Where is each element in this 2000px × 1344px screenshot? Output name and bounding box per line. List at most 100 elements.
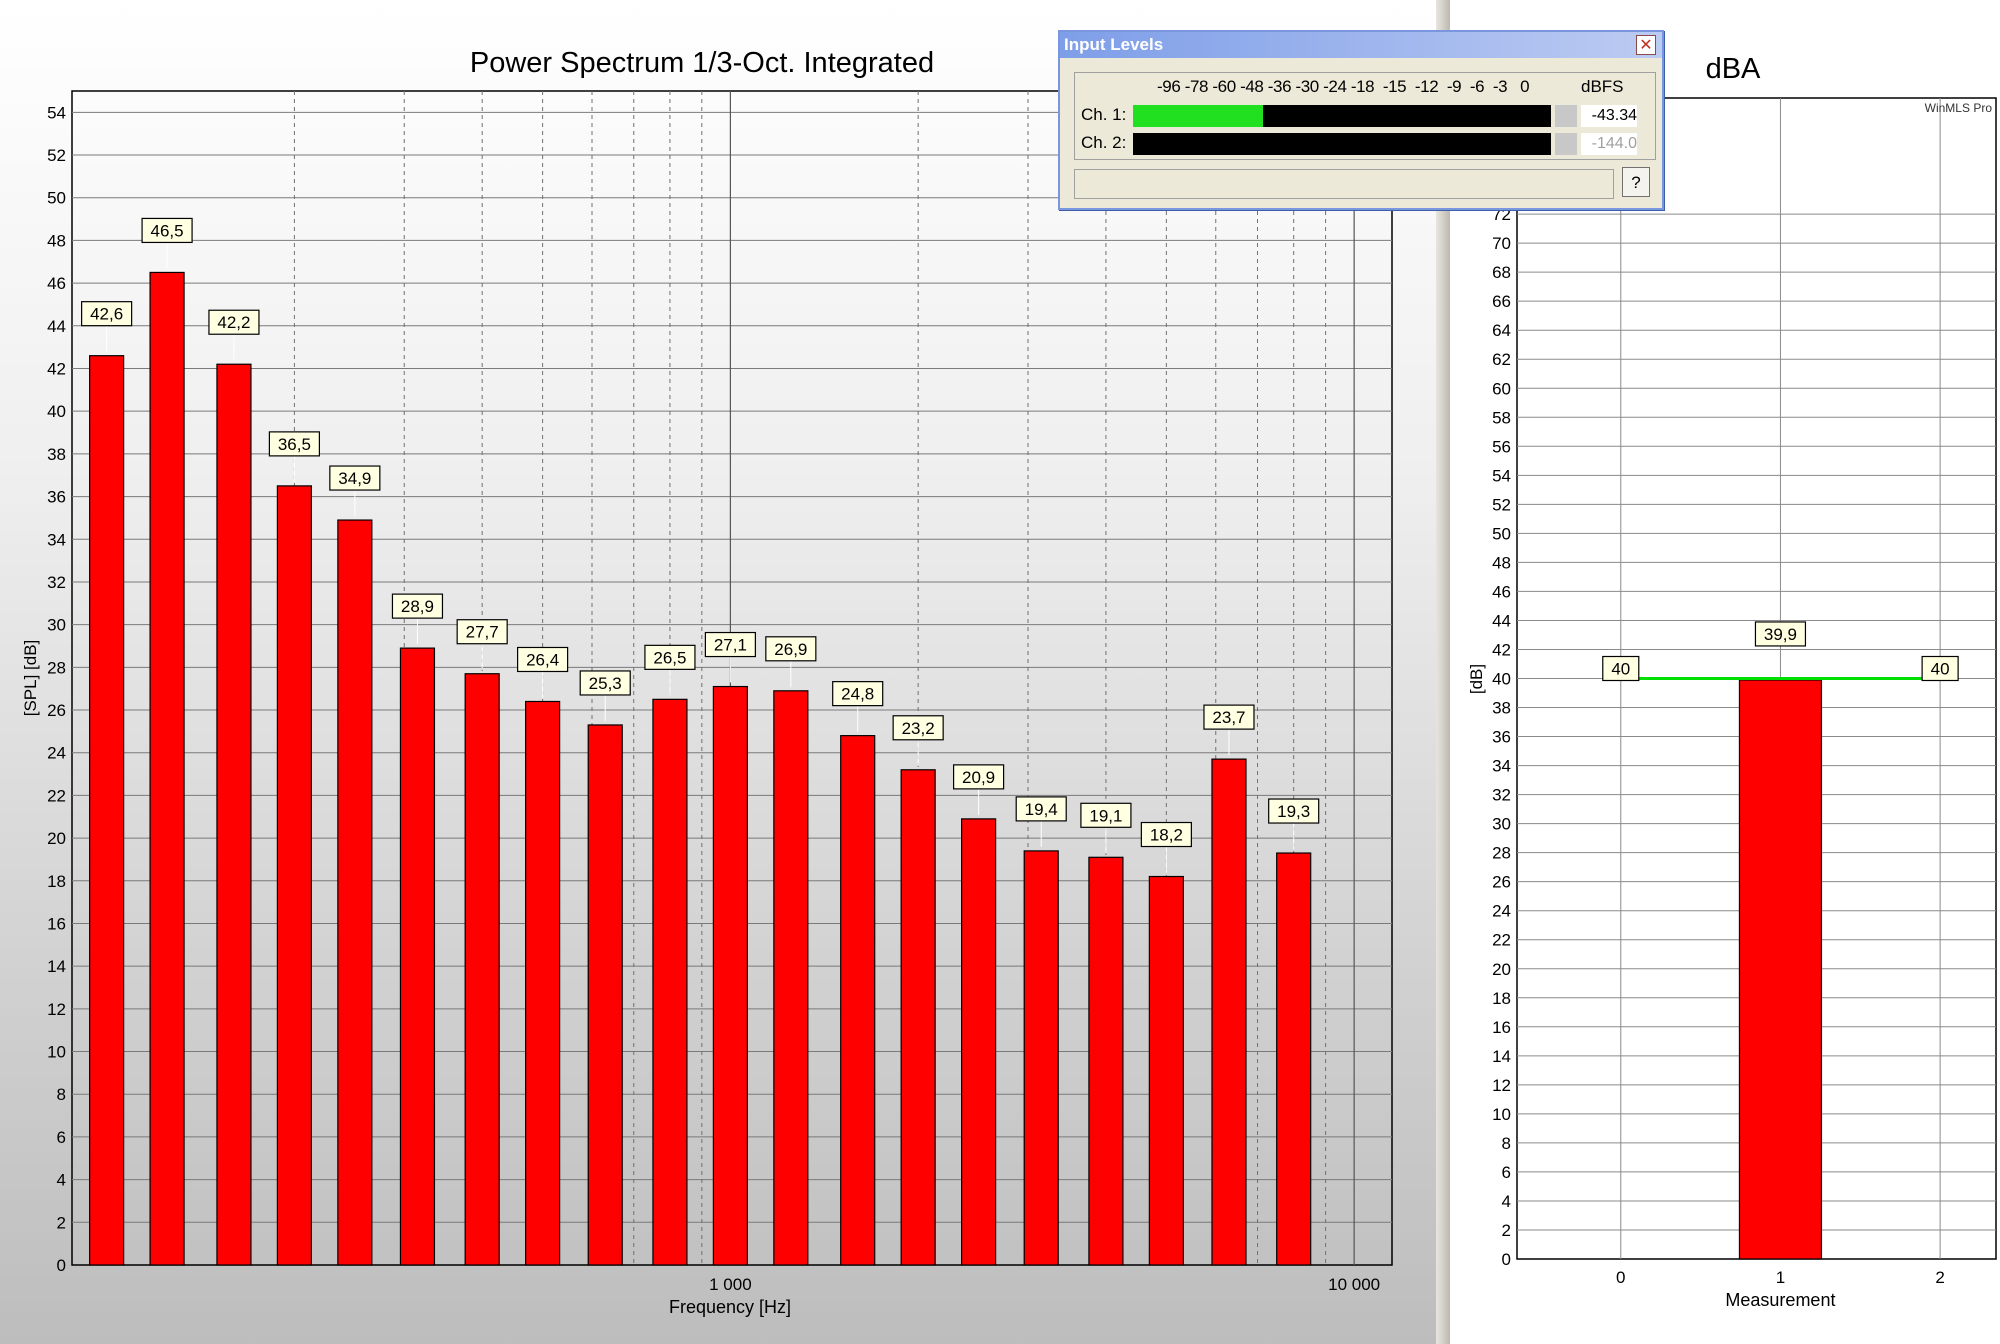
channel-2-value: -144.0 xyxy=(1581,133,1637,155)
spectrum-x-tick-label: 1 000 xyxy=(709,1275,752,1294)
spectrum-data-label: 34,9 xyxy=(338,469,371,488)
spectrum-bar xyxy=(1211,758,1247,1266)
spectrum-data-label: 26,4 xyxy=(526,650,559,669)
spectrum-y-tick-label: 26 xyxy=(47,701,66,720)
spectrum-bar xyxy=(89,355,125,1266)
spectrum-y-tick-label: 12 xyxy=(47,1000,66,1019)
spectrum-y-tick-label: 20 xyxy=(47,829,66,848)
dba-y-tick-label: 46 xyxy=(1492,582,1511,601)
dba-y-tick-label: 62 xyxy=(1492,350,1511,369)
channel-2-meter xyxy=(1133,133,1551,155)
dba-y-tick-label: 56 xyxy=(1492,437,1511,456)
spectrum-y-tick-label: 36 xyxy=(47,488,66,507)
dba-y-tick-label: 36 xyxy=(1492,728,1511,747)
channel-2-label: Ch. 2: xyxy=(1081,133,1127,152)
dba-x-tick-label: 2 xyxy=(1935,1268,1944,1287)
spectrum-data-label: 42,6 xyxy=(90,305,123,324)
spectrum-y-tick-label: 52 xyxy=(47,146,66,165)
help-button[interactable]: ? xyxy=(1622,167,1650,197)
dba-y-tick-label: 64 xyxy=(1492,321,1511,340)
spectrum-y-tick-label: 42 xyxy=(47,359,66,378)
spectrum-data-label: 23,7 xyxy=(1212,708,1245,727)
dba-y-tick-label: 50 xyxy=(1492,524,1511,543)
spectrum-bar xyxy=(1276,852,1312,1266)
spectrum-y-tick-label: 8 xyxy=(57,1085,66,1104)
dba-bar xyxy=(1738,679,1823,1260)
spectrum-bar xyxy=(1023,850,1059,1266)
spectrum-bar xyxy=(1088,856,1124,1266)
dba-y-tick-label: 68 xyxy=(1492,263,1511,282)
dba-y-tick-label: 42 xyxy=(1492,640,1511,659)
spectrum-y-tick-label: 40 xyxy=(47,402,66,421)
spectrum-data-label: 42,2 xyxy=(217,313,250,332)
dba-y-tick-label: 10 xyxy=(1492,1105,1511,1124)
channel-1-label: Ch. 1: xyxy=(1081,105,1127,124)
dba-y-tick-label: 0 xyxy=(1502,1250,1511,1269)
spectrum-data-label: 26,5 xyxy=(653,648,686,667)
dba-y-tick-label: 28 xyxy=(1492,844,1511,863)
spectrum-y-tick-label: 6 xyxy=(57,1128,66,1147)
spectrum-y-tick-label: 24 xyxy=(47,744,66,763)
dba-y-tick-label: 18 xyxy=(1492,989,1511,1008)
spectrum-y-tick-label: 28 xyxy=(47,658,66,677)
spectrum-bar xyxy=(464,673,500,1266)
spectrum-data-label: 20,9 xyxy=(962,768,995,787)
spectrum-bar xyxy=(525,700,561,1266)
spectrum-y-tick-label: 38 xyxy=(47,445,66,464)
dba-y-tick-label: 52 xyxy=(1492,495,1511,514)
channel-1-meter xyxy=(1133,105,1551,127)
dba-y-tick-label: 16 xyxy=(1492,1018,1511,1037)
dba-bar-data-label: 39,9 xyxy=(1764,625,1797,644)
spectrum-y-tick-label: 34 xyxy=(47,530,66,549)
dba-reference-label: 40 xyxy=(1931,660,1950,679)
dba-y-tick-label: 40 xyxy=(1492,670,1511,689)
dba-chart-title: dBA xyxy=(1706,53,1761,85)
spectrum-y-tick-label: 30 xyxy=(47,616,66,635)
spectrum-y-tick-label: 50 xyxy=(47,189,66,208)
spectrum-data-label: 18,2 xyxy=(1150,826,1183,845)
input-levels-titlebar[interactable]: Input Levels ✕ xyxy=(1060,32,1662,58)
spectrum-data-label: 25,3 xyxy=(589,674,622,693)
spectrum-bar xyxy=(149,271,185,1266)
dba-y-tick-label: 66 xyxy=(1492,292,1511,311)
dba-y-tick-label: 12 xyxy=(1492,1076,1511,1095)
spectrum-bar xyxy=(840,735,876,1266)
spectrum-y-tick-label: 46 xyxy=(47,274,66,293)
spectrum-data-label: 26,9 xyxy=(774,640,807,659)
spectrum-bar xyxy=(652,698,688,1266)
input-levels-window[interactable]: Input Levels ✕ -96 -78 -60 -48 -36 -30 -… xyxy=(1058,30,1664,210)
dba-y-tick-label: 6 xyxy=(1502,1163,1511,1182)
spectrum-bar xyxy=(276,485,312,1266)
dba-y-tick-label: 34 xyxy=(1492,757,1511,776)
level-scale: -96 -78 -60 -48 -36 -30 -24 -18 -15 -12 … xyxy=(1157,77,1530,96)
spectrum-y-tick-label: 16 xyxy=(47,914,66,933)
dba-y-tick-label: 48 xyxy=(1492,553,1511,572)
spectrum-bar xyxy=(1148,875,1184,1266)
spectrum-bar xyxy=(712,685,748,1266)
dba-y-tick-label: 26 xyxy=(1492,873,1511,892)
dba-y-tick-label: 60 xyxy=(1492,379,1511,398)
spectrum-y-tick-label: 22 xyxy=(47,786,66,805)
spectrum-bar xyxy=(337,519,373,1266)
dba-x-axis-title: Measurement xyxy=(1725,1290,1835,1310)
spectrum-y-tick-label: 44 xyxy=(47,317,66,336)
spectrum-bar xyxy=(773,690,809,1266)
spectrum-data-label: 19,1 xyxy=(1089,806,1122,825)
spectrum-y-tick-label: 0 xyxy=(57,1256,66,1275)
dba-y-axis-title: [dB] xyxy=(1467,664,1486,694)
spectrum-bar xyxy=(399,647,436,1266)
close-icon[interactable]: ✕ xyxy=(1636,35,1656,55)
spectrum-data-label: 24,8 xyxy=(841,685,874,704)
dba-y-tick-label: 14 xyxy=(1492,1047,1511,1066)
channel-1-clip-indicator xyxy=(1555,105,1577,127)
spectrum-chart-title: Power Spectrum 1/3-Oct. Integrated xyxy=(470,47,934,79)
dba-x-tick-label: 0 xyxy=(1616,1268,1625,1287)
spectrum-bar xyxy=(900,769,936,1266)
spectrum-data-label: 27,7 xyxy=(466,623,499,642)
spectrum-y-tick-label: 4 xyxy=(57,1171,66,1190)
spectrum-x-axis-title: Frequency [Hz] xyxy=(669,1297,791,1317)
spectrum-x-tick-label: 10 000 xyxy=(1328,1275,1380,1294)
dba-x-tick-label: 1 xyxy=(1776,1268,1785,1287)
spectrum-data-label: 36,5 xyxy=(278,435,311,454)
level-unit: dBFS xyxy=(1581,77,1624,96)
